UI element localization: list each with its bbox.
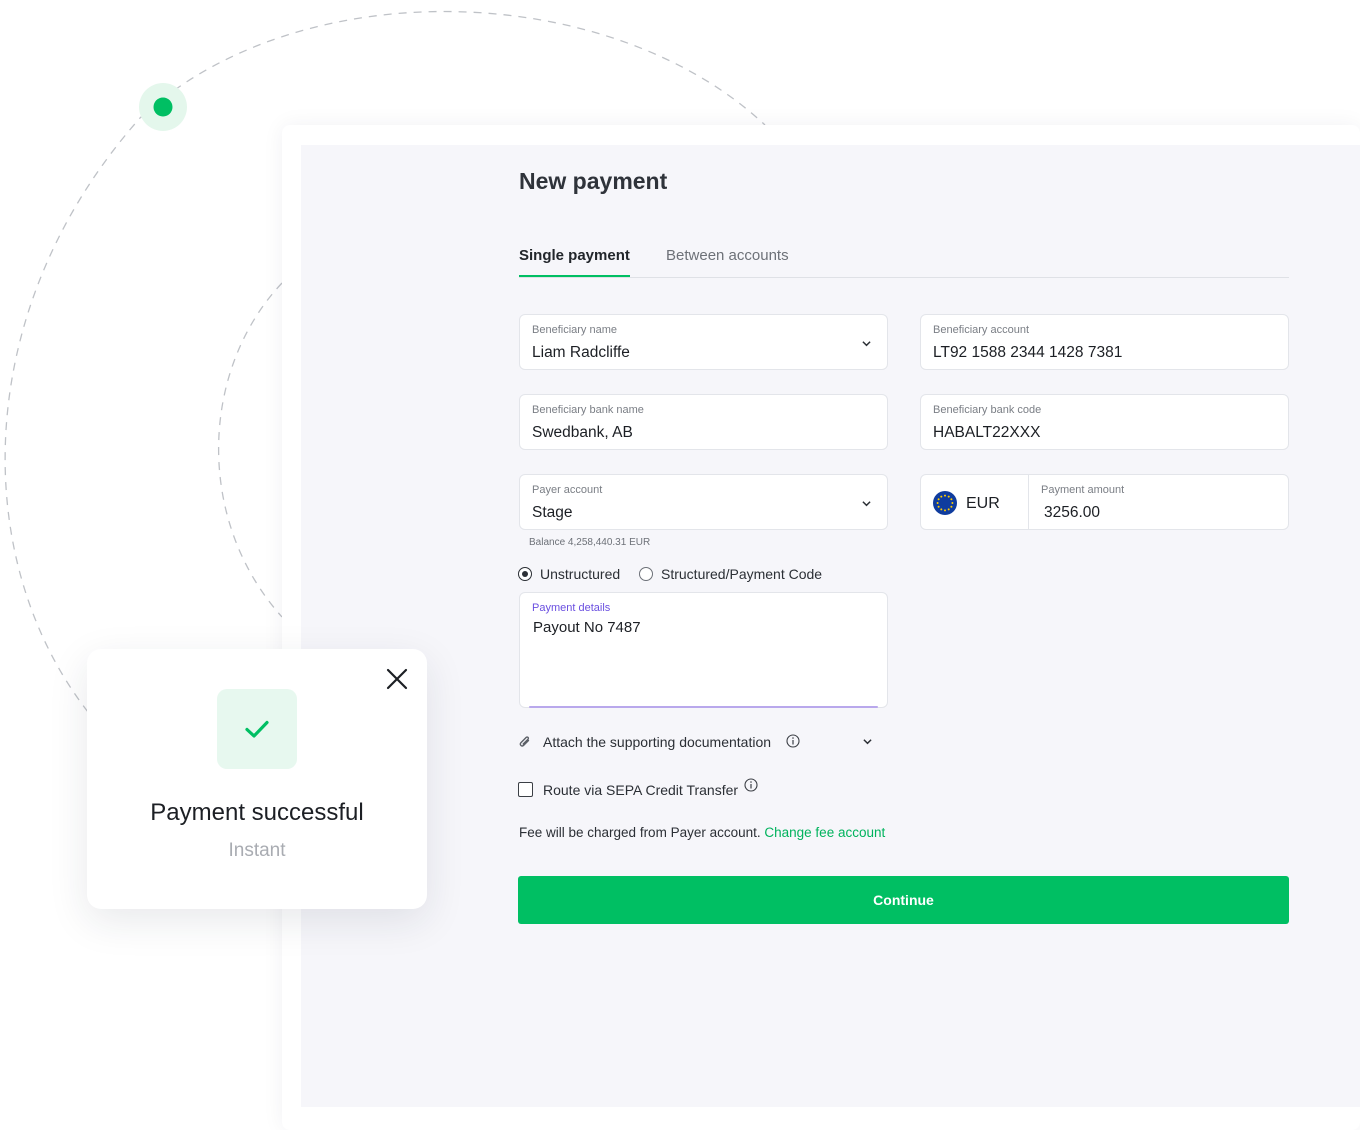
radio-structured[interactable]: Structured/Payment Code [639, 565, 822, 583]
payment-details-value: Payout No 7487 [533, 619, 641, 636]
beneficiary-bank-name-field[interactable]: Beneficiary bank name Swedbank, AB [519, 394, 888, 450]
payment-amount-field[interactable]: Payment amount 3256.00 [1029, 475, 1288, 529]
beneficiary-name-select[interactable]: Beneficiary name Liam Radcliffe [519, 314, 888, 370]
payer-account-value: Stage [532, 504, 573, 521]
currency-code: EUR [966, 495, 1000, 512]
paperclip-icon [519, 736, 530, 747]
info-icon[interactable] [786, 734, 800, 748]
eu-flag-icon [933, 491, 957, 515]
tab-between-accounts-label: Between accounts [666, 247, 789, 264]
amount-group: EUR Payment amount 3256.00 [920, 474, 1289, 530]
tab-single-payment[interactable]: Single payment [519, 247, 630, 277]
sepa-checkbox[interactable] [518, 782, 533, 797]
radio-unstructured-label: Unstructured [540, 566, 621, 582]
payer-account-label: Payer account [532, 484, 603, 496]
radio-unselected-icon [639, 567, 653, 581]
beneficiary-account-label: Beneficiary account [933, 324, 1029, 336]
focus-indicator [529, 706, 878, 708]
radio-selected-icon [518, 567, 532, 581]
change-fee-account-link[interactable]: Change fee account [764, 825, 885, 840]
currency-selector[interactable]: EUR [921, 475, 1028, 529]
page-title: New payment [519, 168, 668, 194]
decorative-dot [153, 97, 173, 117]
beneficiary-bank-name-value: Swedbank, AB [532, 424, 633, 441]
tabs-divider [519, 277, 1289, 278]
sepa-label: Route via SEPA Credit Transfer [543, 782, 739, 798]
tab-active-indicator [519, 275, 630, 277]
attach-documentation-toggle[interactable]: Attach the supporting documentation [518, 733, 888, 753]
payment-amount-value: 3256.00 [1044, 504, 1101, 521]
beneficiary-bank-code-label: Beneficiary bank code [933, 404, 1042, 416]
decorative-dashed-arc-inner [217, 282, 283, 618]
success-badge [217, 689, 297, 769]
payment-amount-label: Payment amount [1041, 484, 1125, 496]
payer-account-select[interactable]: Payer account Stage [519, 474, 888, 530]
fee-note-text: Fee will be charged from Payer account. [519, 825, 761, 840]
info-icon[interactable] [744, 778, 758, 792]
beneficiary-bank-name-label: Beneficiary bank name [532, 404, 644, 416]
chevron-down-icon [862, 501, 871, 507]
toast-subtitle: Instant [228, 840, 286, 861]
beneficiary-name-value: Liam Radcliffe [532, 344, 630, 361]
payment-details-textarea[interactable]: Payment details Payout No 7487 [519, 592, 888, 708]
payer-account-balance: Balance 4,258,440.31 EUR [529, 537, 651, 548]
continue-button[interactable]: Continue [518, 876, 1289, 924]
payment-details-label: Payment details [532, 602, 611, 614]
toast-title: Payment successful [150, 799, 364, 826]
beneficiary-bank-code-field[interactable]: Beneficiary bank code HABALT22XXX [920, 394, 1289, 450]
fee-note: Fee will be charged from Payer account. … [519, 825, 885, 840]
beneficiary-name-label: Beneficiary name [532, 324, 617, 336]
beneficiary-account-value: LT92 1588 2344 1428 7381 [933, 344, 1123, 361]
beneficiary-account-field[interactable]: Beneficiary account LT92 1588 2344 1428 … [920, 314, 1289, 370]
radio-unstructured[interactable]: Unstructured [518, 565, 620, 583]
checkmark-icon [245, 720, 269, 738]
tab-between-accounts[interactable]: Between accounts [666, 247, 789, 264]
payment-success-toast: Payment successful Instant [87, 649, 427, 909]
chevron-down-icon [863, 739, 872, 745]
chevron-down-icon [862, 341, 871, 347]
beneficiary-bank-code-value: HABALT22XXX [933, 424, 1041, 441]
close-icon[interactable] [385, 667, 409, 691]
attach-documentation-label: Attach the supporting documentation [543, 734, 772, 750]
radio-structured-label: Structured/Payment Code [661, 566, 823, 582]
tab-single-payment-label: Single payment [519, 247, 630, 264]
